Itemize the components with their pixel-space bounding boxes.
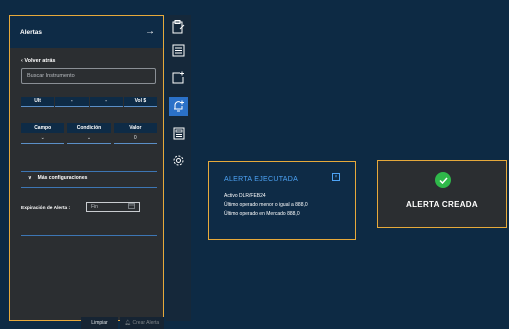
condition-select[interactable]: ⌄ bbox=[67, 134, 111, 144]
expiration-placeholder: Fin bbox=[91, 204, 98, 210]
alert-created-card: ALERTA CREADA bbox=[377, 160, 507, 228]
toast-line-condition: Último operado menor o igual a 888,0 bbox=[224, 202, 308, 208]
panel-header: Alertas → bbox=[10, 16, 163, 48]
list-icon[interactable] bbox=[169, 41, 188, 60]
gear-icon[interactable] bbox=[169, 151, 188, 170]
arrow-right-icon[interactable]: → bbox=[145, 27, 155, 37]
more-config-toggle[interactable]: ∨ Más configuraciones bbox=[28, 175, 87, 181]
back-button[interactable]: ‹ Volver atrás bbox=[21, 58, 55, 64]
create-alert-button[interactable]: 🔔︎ Crear Alerta bbox=[120, 317, 164, 329]
calculator-icon[interactable] bbox=[169, 124, 188, 143]
divider bbox=[21, 171, 157, 172]
search-input[interactable]: Buscar Instrumento bbox=[21, 68, 156, 84]
search-placeholder: Buscar Instrumento bbox=[27, 73, 75, 79]
quote-header-last: Ult bbox=[21, 97, 55, 107]
value-input[interactable]: 0 bbox=[113, 134, 157, 144]
create-alert-label: Crear Alerta bbox=[132, 320, 160, 326]
condition-inputs-row: ⌄ ⌄ 0 bbox=[21, 134, 157, 144]
more-config-label: Más configuraciones bbox=[37, 175, 88, 181]
divider bbox=[21, 187, 157, 188]
quote-header-bid: - bbox=[55, 97, 89, 107]
close-icon[interactable]: × bbox=[332, 173, 340, 181]
footer-actions: Limpiar 🔔︎ Crear Alerta bbox=[81, 317, 164, 329]
divider bbox=[21, 235, 157, 236]
quote-header-ask: - bbox=[89, 97, 123, 107]
alerts-panel: Alertas → ‹ Volver atrás Buscar Instrume… bbox=[9, 15, 164, 329]
toast-line-market: Último operado en Mercado 888,0 bbox=[224, 211, 300, 217]
expiration-date-field[interactable]: Fin bbox=[86, 202, 140, 212]
bell-icon: 🔔︎ bbox=[124, 320, 132, 326]
condition-header-row: Campo Condición Valor bbox=[21, 123, 157, 133]
condition-header: Condición bbox=[67, 123, 111, 133]
check-icon bbox=[435, 172, 451, 188]
toast-title: ALERTA EJECUTADA bbox=[224, 176, 299, 183]
back-label: Volver atrás bbox=[24, 58, 56, 64]
field-select[interactable]: ⌄ bbox=[21, 134, 65, 144]
clean-button[interactable]: Limpiar bbox=[81, 317, 118, 329]
quote-header-row: Ult - - Vol $ bbox=[21, 97, 157, 107]
expiration-label: Expiración de Alerta : bbox=[21, 206, 71, 211]
bell-add-icon[interactable] bbox=[169, 97, 188, 116]
value-header: Valor bbox=[113, 123, 157, 133]
alert-executed-toast: ALERTA EJECUTADA × Activo DLR/FEB24 Últi… bbox=[208, 161, 356, 240]
chevron-down-icon: ∨ bbox=[28, 175, 32, 181]
field-header: Campo bbox=[21, 123, 65, 133]
quote-header-volume: Vol $ bbox=[123, 97, 157, 107]
panel-title: Alertas bbox=[20, 28, 43, 36]
success-message: ALERTA CREADA bbox=[406, 200, 478, 209]
chevron-left-icon: ‹ bbox=[21, 58, 23, 64]
calendar-icon bbox=[128, 203, 135, 211]
add-box-icon[interactable] bbox=[169, 68, 188, 87]
toast-line-asset: Activo DLR/FEB24 bbox=[224, 193, 266, 199]
chevron-down-icon: ⌄ bbox=[86, 135, 92, 141]
side-rail bbox=[166, 15, 191, 321]
chevron-down-icon: ⌄ bbox=[40, 135, 45, 141]
clipboard-icon[interactable] bbox=[169, 17, 188, 36]
